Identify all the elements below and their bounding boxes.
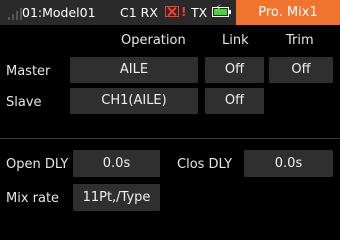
open-delay-button[interactable]: 0.0s bbox=[73, 150, 160, 177]
open-delay-label: Open DLY bbox=[6, 157, 69, 172]
column-header-link: Link bbox=[222, 33, 249, 48]
mix-rate-label: Mix rate bbox=[6, 191, 60, 206]
close-delay-label: Clos DLY bbox=[177, 157, 233, 172]
model-name[interactable]: 01:Model01 bbox=[22, 5, 96, 20]
mix-rate-button[interactable]: 11Pt,/Type bbox=[73, 184, 160, 211]
page-title: Pro. Mix1 bbox=[236, 0, 340, 25]
master-label: Master bbox=[6, 64, 51, 79]
rx-alert: ! bbox=[181, 5, 187, 19]
tx-label: TX bbox=[191, 5, 208, 20]
slave-link-button[interactable]: Off bbox=[205, 88, 264, 114]
rx-disconnected-icon bbox=[165, 6, 179, 17]
rx-label: C1 RX bbox=[120, 5, 158, 20]
master-trim-button[interactable]: Off bbox=[269, 57, 333, 83]
close-delay-button[interactable]: 0.0s bbox=[244, 150, 333, 177]
master-link-button[interactable]: Off bbox=[205, 57, 264, 83]
column-header-operation: Operation bbox=[121, 33, 186, 48]
slave-operation-button[interactable]: CH1(AILE) bbox=[70, 88, 198, 114]
tx-battery-icon: ⚡ bbox=[212, 4, 231, 17]
master-operation-button[interactable]: AILE bbox=[70, 57, 198, 83]
status-bar: 01:Model01 C1 RX ! TX ⚡ Pro. Mix1 bbox=[0, 0, 340, 25]
section-divider bbox=[0, 138, 340, 139]
slave-label: Slave bbox=[6, 95, 42, 110]
screen: 01:Model01 C1 RX ! TX ⚡ Pro. Mix1 Operat… bbox=[0, 0, 340, 236]
column-header-trim: Trim bbox=[286, 33, 314, 48]
